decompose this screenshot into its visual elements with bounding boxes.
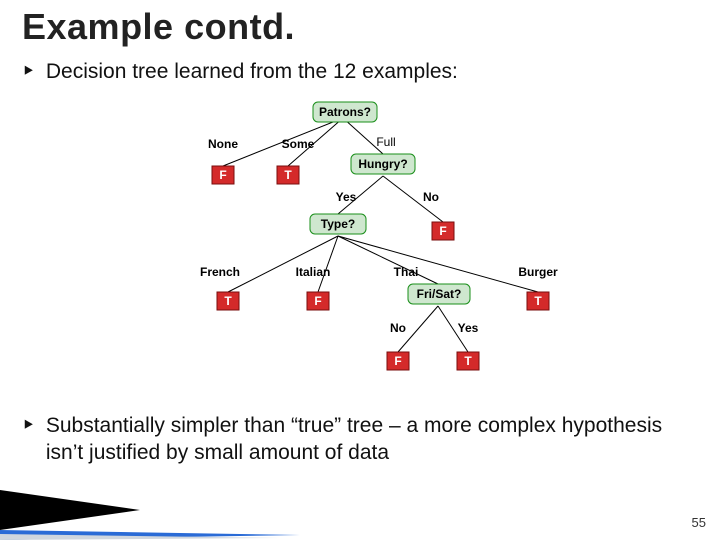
svg-text:T: T [284,168,292,182]
node-frisat: Fri/Sat? [408,284,470,304]
edge-burger: Burger [518,265,558,279]
page-number: 55 [692,515,706,530]
bullet-icon: ‣ [22,58,40,85]
slide: Example contd. ‣ Decision tree learned f… [0,0,720,540]
svg-text:F: F [314,294,321,308]
leaf-t-french: T [217,292,239,310]
edge-yes: Yes [336,190,357,204]
edge-french: French [200,265,240,279]
node-hungry-label: Hungry? [358,157,407,171]
svg-text:T: T [224,294,232,308]
bullet-2: ‣ Substantially simpler than “true” tree… [22,412,686,467]
edge-some: Some [282,137,315,151]
leaf-f-none: F [212,166,234,184]
bullet-2-text: Substantially simpler than “true” tree –… [46,412,686,467]
edge-frisat-no: No [390,321,406,335]
slide-title: Example contd. [22,6,295,48]
node-frisat-label: Fri/Sat? [417,287,462,301]
edge-thai: Thai [394,265,419,279]
svg-text:T: T [464,354,472,368]
footer-decoration [0,480,720,540]
bullet-1-text: Decision tree learned from the 12 exampl… [46,58,686,85]
leaf-t-burger: T [527,292,549,310]
svg-text:F: F [219,168,226,182]
node-patrons: Patrons? [313,102,377,122]
node-type-label: Type? [321,217,355,231]
node-hungry: Hungry? [351,154,415,174]
leaf-t-some: T [277,166,299,184]
decision-tree-figure: Patrons? Hungry? Type? Fri/Sat? F T F [168,96,588,406]
svg-text:T: T [534,294,542,308]
svg-text:F: F [394,354,401,368]
svg-text:F: F [439,224,446,238]
edge-italian: Italian [296,265,331,279]
edge-frisat-yes: Yes [458,321,479,335]
edge-none: None [208,137,238,151]
leaf-f-italian: F [307,292,329,310]
edge-full: Full [376,135,395,149]
edge-no: No [423,190,439,204]
leaf-f-frisat-no: F [387,352,409,370]
leaf-f-nothungry: F [432,222,454,240]
bullet-1: ‣ Decision tree learned from the 12 exam… [22,58,686,85]
leaf-t-frisat-yes: T [457,352,479,370]
node-type: Type? [310,214,366,234]
node-patrons-label: Patrons? [319,105,371,119]
bullet-icon: ‣ [22,412,40,439]
